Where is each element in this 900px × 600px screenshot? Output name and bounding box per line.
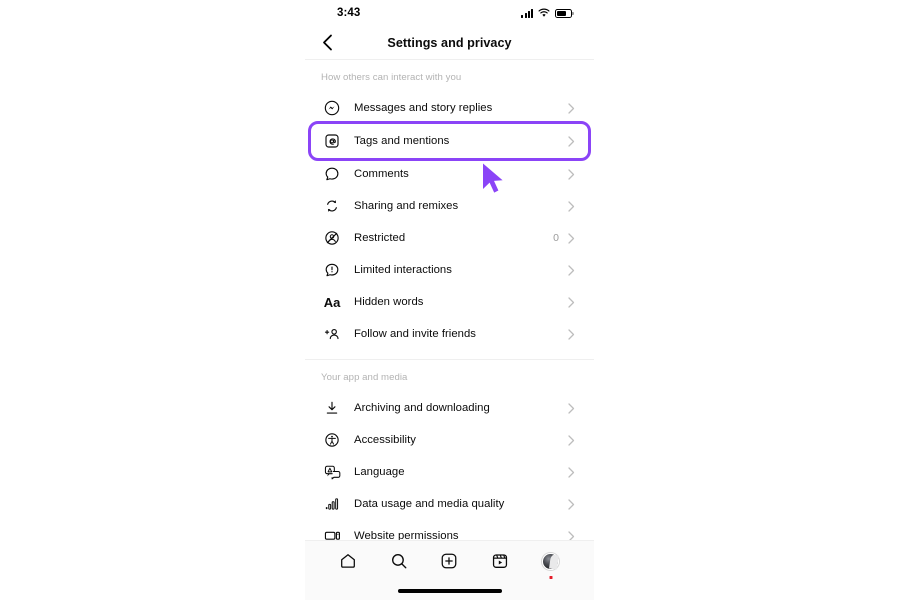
screenshot-canvas: 3:43 Settings and privacy How others can… (0, 0, 900, 600)
nav-reels-button[interactable] (487, 548, 513, 574)
settings-row-archiving-and-downloading[interactable]: Archiving and downloading (305, 392, 594, 424)
battery-icon (555, 8, 574, 18)
avatar (542, 552, 560, 570)
nav-home-button[interactable] (335, 548, 361, 574)
settings-row-label: Language (354, 466, 405, 478)
nav-profile-button[interactable] (538, 548, 564, 579)
chevron-right-icon (567, 498, 576, 510)
settings-row-restricted[interactable]: Restricted 0 (305, 222, 594, 254)
limited-icon (321, 259, 343, 281)
settings-row-label: Accessibility (354, 434, 416, 446)
status-bar: 3:43 (305, 0, 594, 26)
chevron-right-icon (567, 328, 576, 340)
settings-row-label: Archiving and downloading (354, 402, 490, 414)
settings-list[interactable]: How others can interact with you Message… (305, 60, 594, 568)
nav-search-button[interactable] (386, 548, 412, 574)
bottom-navigation-bar (305, 540, 594, 600)
chevron-left-icon (322, 34, 332, 51)
home-indicator (397, 589, 502, 593)
add-icon (442, 553, 457, 569)
language-icon (321, 461, 343, 483)
hidden-words-icon: Aa (323, 294, 341, 310)
app-header: Settings and privacy (305, 26, 594, 60)
restricted-icon (321, 227, 343, 249)
at-mention-icon (321, 130, 343, 152)
settings-row-count: 0 (553, 232, 559, 244)
page-title: Settings and privacy (387, 35, 512, 50)
comment-icon (321, 163, 343, 185)
settings-row-label: Restricted (354, 232, 406, 244)
settings-row-label: Messages and story replies (354, 102, 493, 114)
section-label-interactions: How others can interact with you (321, 72, 462, 83)
settings-row-label: Comments (354, 168, 409, 180)
chevron-right-icon (567, 402, 576, 414)
chevron-right-icon (567, 232, 576, 244)
status-time: 3:43 (337, 7, 361, 19)
settings-row-hidden-words[interactable]: Aa Hidden words (305, 286, 594, 318)
notification-dot (549, 576, 553, 579)
settings-row-follow-and-invite-friends[interactable]: Follow and invite friends (305, 318, 594, 350)
add-person-icon (321, 323, 343, 345)
search-icon (391, 554, 407, 569)
settings-row-accessibility[interactable]: Accessibility (305, 424, 594, 456)
chevron-right-icon (567, 102, 576, 114)
status-icons (521, 8, 574, 18)
chevron-right-icon (567, 135, 576, 147)
settings-row-label: Data usage and media quality (354, 498, 505, 510)
settings-row-sharing-and-remixes[interactable]: Sharing and remixes (305, 190, 594, 222)
cellular-signal-icon (521, 8, 533, 18)
accessibility-icon (321, 429, 343, 451)
settings-row-comments[interactable]: Comments (305, 158, 594, 190)
settings-row-label: Sharing and remixes (354, 200, 459, 212)
home-icon (341, 554, 356, 568)
data-usage-icon (321, 493, 343, 515)
chevron-right-icon (567, 264, 576, 276)
bottom-nav-items (305, 541, 594, 581)
chevron-right-icon (567, 168, 576, 180)
settings-row-label: Limited interactions (354, 264, 452, 276)
download-icon (321, 397, 343, 419)
messenger-icon (321, 97, 343, 119)
settings-row-label: Tags and mentions (354, 135, 450, 147)
reels-icon (492, 554, 508, 568)
settings-row-messages[interactable]: Messages and story replies (305, 92, 594, 124)
settings-row-data-usage-and-media-quality[interactable]: Data usage and media quality (305, 488, 594, 520)
chevron-right-icon (567, 466, 576, 478)
remix-icon (321, 195, 343, 217)
chevron-right-icon (567, 434, 576, 446)
settings-row-label: Follow and invite friends (354, 328, 476, 340)
wifi-icon (538, 8, 550, 17)
settings-row-language[interactable]: Language (305, 456, 594, 488)
back-button[interactable] (315, 31, 339, 55)
settings-row-limited-interactions[interactable]: Limited interactions (305, 254, 594, 286)
nav-create-button[interactable] (436, 548, 462, 574)
chevron-right-icon (567, 200, 576, 212)
settings-row-label: Hidden words (354, 296, 424, 308)
section-label-app-and-media: Your app and media (321, 372, 408, 383)
settings-row-tags-and-mentions[interactable]: Tags and mentions (308, 121, 591, 161)
phone-screen: 3:43 Settings and privacy How others can… (305, 0, 594, 600)
chevron-right-icon (567, 296, 576, 308)
